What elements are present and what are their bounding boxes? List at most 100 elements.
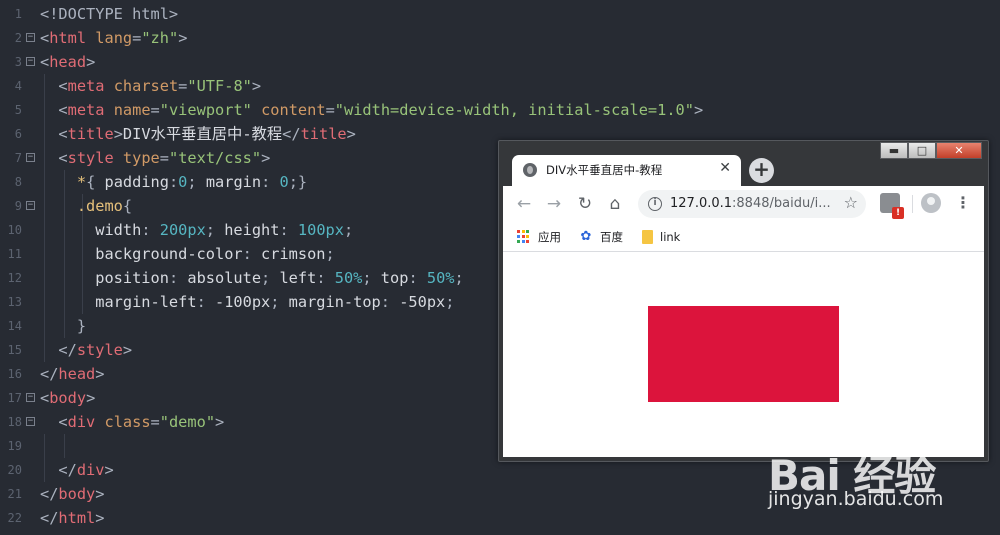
fold-toggle-icon[interactable]: − — [26, 57, 35, 66]
back-arrow-icon[interactable]: ← — [513, 193, 535, 215]
code-token: ; — [343, 221, 354, 239]
code-token: < — [58, 77, 68, 95]
code-line[interactable]: 5 <meta name="viewport" content="width=d… — [0, 98, 1000, 122]
code-token: > — [215, 413, 225, 431]
url-host: 127.0.0.1 — [670, 196, 733, 211]
globe-icon — [523, 163, 537, 177]
code-token: title — [300, 125, 347, 143]
code-token: : — [316, 269, 335, 287]
line-number: 12 — [7, 271, 22, 285]
bookmark-label: link — [660, 230, 681, 244]
profile-avatar-icon[interactable] — [921, 193, 941, 213]
code-token: </ — [58, 341, 77, 359]
code-token: -100px — [214, 293, 271, 311]
code-token: name — [104, 101, 151, 119]
code-token: margin — [205, 173, 262, 191]
browser-tab[interactable]: DIV水平垂直居中-教程 ✕ — [512, 155, 741, 186]
code-text: position: absolute; left: 50%; top: 50%; — [40, 266, 463, 290]
code-token: = — [178, 77, 188, 95]
url-text[interactable]: 127.0.0.1:8848/baidu/i... — [670, 196, 831, 211]
code-token: : — [408, 269, 427, 287]
code-token: "text/css" — [168, 149, 262, 167]
code-line[interactable]: 1 <!DOCTYPE html> — [0, 2, 1000, 26]
code-token: < — [40, 29, 50, 47]
code-token: 100px — [297, 221, 344, 239]
code-token: ; — [445, 293, 455, 311]
line-number: 10 — [7, 223, 22, 237]
fold-toggle-icon[interactable]: − — [26, 33, 35, 42]
code-token: crimson — [261, 245, 326, 263]
code-token: content — [251, 101, 326, 119]
tab-title: DIV水平垂直居中-教程 — [546, 163, 663, 177]
line-number: 18 — [7, 415, 22, 429]
fold-toggle-icon[interactable]: − — [26, 153, 35, 162]
code-token: lang — [86, 29, 133, 47]
line-number: 4 — [14, 79, 22, 93]
address-bar[interactable]: i 127.0.0.1:8848/baidu/i... ☆ — [638, 190, 866, 218]
fold-toggle-icon[interactable]: − — [26, 417, 35, 426]
kebab-menu-icon[interactable]: ⋮ — [955, 192, 971, 214]
code-text: </body> — [40, 482, 104, 506]
page-viewport[interactable] — [503, 252, 984, 457]
bookmark-label: 百度 — [600, 230, 623, 244]
code-token: height — [224, 221, 280, 239]
site-info-icon[interactable]: i — [648, 197, 662, 211]
code-token: head — [49, 53, 87, 71]
new-tab-button[interactable]: + — [749, 158, 774, 183]
tab-close-icon[interactable]: ✕ — [719, 160, 731, 176]
code-line[interactable]: 3− <head> — [0, 50, 1000, 74]
baidu-jingyan-watermark: Bai 经验 jingyan.baidu.com — [768, 428, 1000, 518]
line-number: 9 — [14, 199, 22, 213]
code-token: left — [279, 269, 317, 287]
forward-arrow-icon[interactable]: → — [543, 193, 565, 215]
home-icon[interactable]: ⌂ — [604, 193, 626, 215]
bookmark-link[interactable]: link — [642, 228, 680, 246]
toolbar-divider — [912, 195, 913, 213]
code-text: <html lang="zh"> — [40, 26, 187, 50]
code-text: <meta name="viewport" content="width=dev… — [40, 98, 703, 122]
code-text: <title>DIV水平垂直居中-教程</title> — [40, 122, 356, 146]
code-token: < — [58, 125, 68, 143]
code-token: } — [76, 317, 87, 335]
code-token: > — [86, 53, 96, 71]
code-line[interactable]: 4 <meta charset="UTF-8"> — [0, 74, 1000, 98]
bookmark-baidu[interactable]: ✿ 百度 — [579, 228, 623, 246]
baidu-paw-icon: ✿ — [580, 229, 592, 244]
code-token: > — [346, 125, 356, 143]
fold-toggle-icon[interactable]: − — [26, 201, 35, 210]
bookmark-star-icon[interactable]: ☆ — [844, 193, 858, 212]
code-line[interactable]: 2− <html lang="zh"> — [0, 26, 1000, 50]
line-number: 7 — [14, 151, 22, 165]
demo-crimson-box — [648, 306, 839, 402]
code-token: = — [150, 413, 160, 431]
line-number: 8 — [14, 175, 22, 189]
line-number: 19 — [7, 439, 22, 453]
code-text: </html> — [40, 506, 104, 530]
code-token: top — [380, 269, 409, 287]
code-token: < — [58, 101, 68, 119]
fold-toggle-icon[interactable]: − — [26, 393, 35, 402]
close-window-button[interactable]: ✕ — [936, 142, 982, 159]
maximize-button[interactable]: □ — [908, 142, 936, 159]
code-text: background-color: crimson; — [40, 242, 334, 266]
code-token: </ — [40, 509, 59, 527]
code-token: background-color — [40, 245, 243, 263]
code-token: > — [95, 485, 105, 503]
minimize-button[interactable]: ▬ — [880, 142, 908, 159]
code-token: width — [40, 221, 142, 239]
code-token: charset — [104, 77, 179, 95]
code-token: * — [76, 173, 87, 191]
bookmark-apps[interactable]: 应用 — [517, 228, 561, 246]
code-token: margin-top — [288, 293, 381, 311]
extension-icon[interactable]: ! — [880, 193, 904, 219]
code-token: meta — [67, 77, 105, 95]
code-token: < — [58, 413, 68, 431]
line-number: 3 — [14, 55, 22, 69]
code-token: { — [122, 197, 133, 215]
code-token: 200px — [159, 221, 206, 239]
reload-icon[interactable]: ↻ — [574, 193, 596, 215]
